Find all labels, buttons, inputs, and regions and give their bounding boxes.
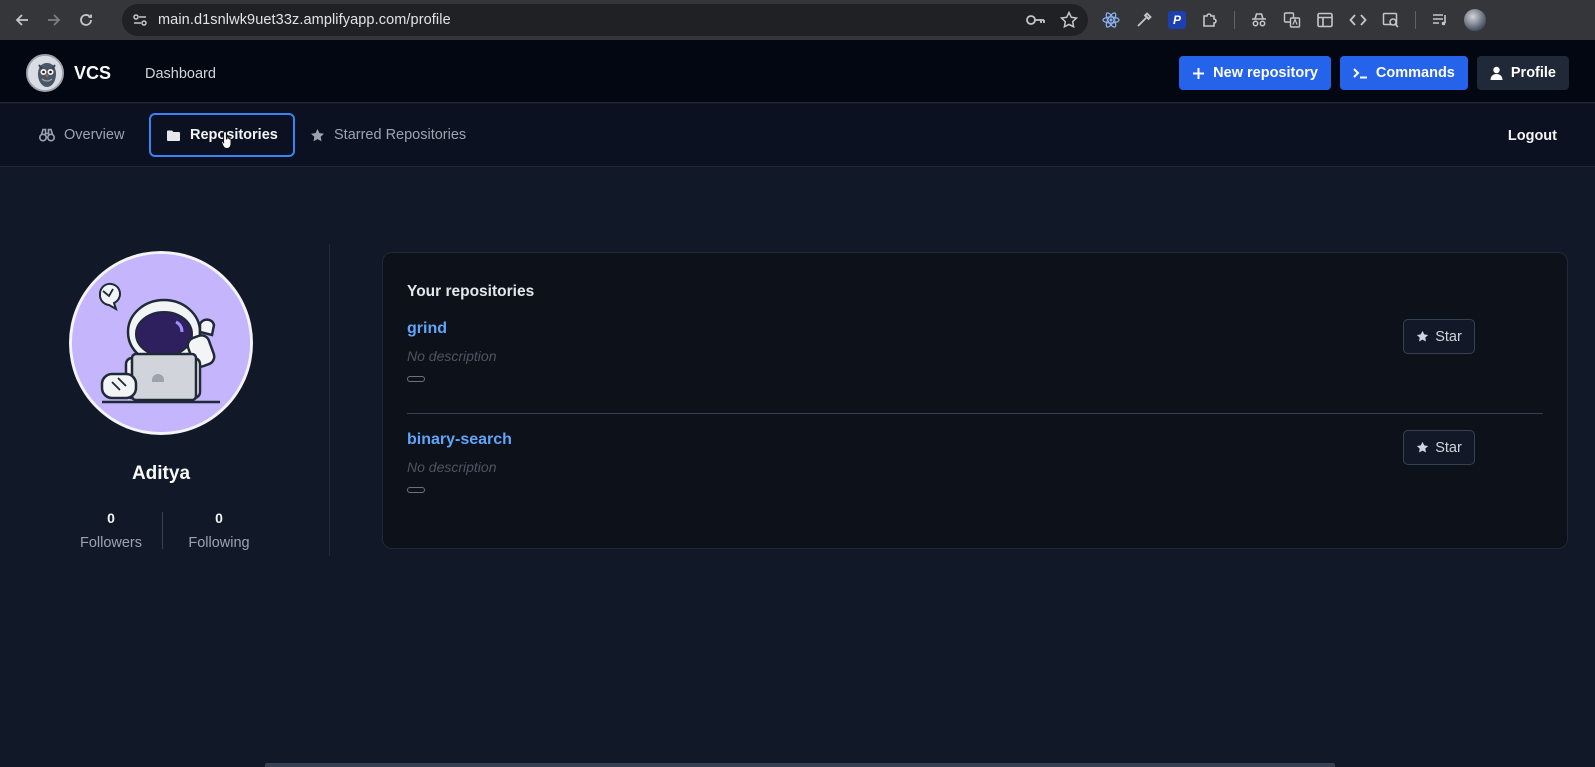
following-label: Following (188, 535, 250, 551)
star-icon (310, 128, 325, 143)
browser-toolbar: main.d1snlwk9uet33z.amplifyapp.com/profi… (0, 0, 1595, 40)
bookmark-star-icon[interactable] (1060, 11, 1078, 29)
toolbar-separator (1234, 11, 1235, 29)
repo-link[interactable]: grind (407, 320, 1543, 338)
followers-stat[interactable]: 0 Followers (60, 510, 162, 551)
repositories-title: Your repositories (407, 283, 535, 300)
user-icon (1490, 66, 1503, 80)
plus-icon (1192, 67, 1205, 80)
brand[interactable]: VCS (26, 54, 111, 92)
avatar (69, 251, 253, 435)
inspect-search-icon[interactable] (1382, 11, 1400, 29)
new-repository-button[interactable]: New repository (1179, 56, 1331, 90)
following-stat[interactable]: 0 Following (163, 510, 275, 551)
following-count: 0 (215, 510, 223, 526)
password-key-icon[interactable] (1026, 13, 1046, 27)
tab-layout-icon[interactable] (1316, 11, 1334, 29)
tab-label: Starred Repositories (334, 127, 467, 143)
followers-count: 0 (107, 510, 115, 526)
media-queue-icon[interactable] (1431, 11, 1449, 29)
star-label: Star (1435, 328, 1462, 345)
repositories-card: Your repositories grind No description S… (382, 252, 1568, 549)
star-button[interactable]: Star (1403, 430, 1475, 465)
toolbar-separator (1415, 11, 1416, 29)
repo-language-tag (407, 376, 425, 382)
brand-name: VCS (74, 62, 112, 83)
new-repository-label: New repository (1213, 65, 1318, 81)
star-icon (1416, 330, 1429, 343)
repo-description: No description (407, 459, 497, 475)
code-icon[interactable] (1349, 11, 1367, 29)
tab-starred-repositories[interactable]: Starred Repositories (295, 113, 481, 157)
reload-icon[interactable] (72, 6, 100, 34)
terminal-icon (1353, 67, 1368, 79)
repo-language-tag (407, 487, 425, 493)
back-icon[interactable] (8, 6, 36, 34)
address-bar[interactable]: main.d1snlwk9uet33z.amplifyapp.com/profi… (122, 4, 1088, 36)
app-header: VCS Dashboard New repository Commands Pr… (0, 40, 1595, 103)
profile-button[interactable]: Profile (1476, 56, 1569, 90)
hand-cursor-icon (221, 130, 235, 150)
binoculars-icon (39, 128, 55, 142)
incognito-icon[interactable] (1250, 11, 1268, 29)
list-item: grind No description Star (407, 319, 1543, 382)
tab-label: Overview (64, 127, 125, 143)
forward-icon[interactable] (40, 6, 68, 34)
react-devtools-icon[interactable] (1102, 11, 1120, 29)
color-picker-icon[interactable] (1135, 11, 1153, 29)
translate-icon[interactable] (1283, 11, 1301, 29)
paypal-extension-icon[interactable]: P (1168, 11, 1186, 29)
follow-stats: 0 Followers 0 Following (60, 510, 275, 551)
astronaut-avatar-icon (72, 254, 250, 432)
bottom-scrollbar[interactable] (265, 763, 1335, 767)
star-icon (1416, 441, 1429, 454)
logout-link[interactable]: Logout (1508, 128, 1557, 144)
owl-logo-icon (26, 54, 64, 92)
extensions-puzzle-icon[interactable] (1201, 11, 1219, 29)
list-item: binary-search No description Star (407, 430, 1543, 493)
repo-description: No description (407, 348, 497, 364)
repo-link[interactable]: binary-search (407, 431, 1543, 449)
chrome-profile-avatar[interactable] (1464, 9, 1486, 31)
repo-divider (407, 413, 1543, 414)
dashboard-link[interactable]: Dashboard (145, 66, 216, 82)
star-button[interactable]: Star (1403, 319, 1475, 354)
column-divider (329, 244, 330, 556)
followers-label: Followers (79, 535, 143, 551)
profile-label: Profile (1510, 65, 1556, 81)
folder-icon (166, 129, 181, 142)
url-text[interactable]: main.d1snlwk9uet33z.amplifyapp.com/profi… (158, 12, 451, 28)
star-label: Star (1435, 439, 1462, 456)
username: Aditya (131, 463, 191, 484)
commands-label: Commands (1375, 65, 1455, 81)
extensions-row: P (1102, 0, 1486, 40)
commands-button[interactable]: Commands (1339, 56, 1468, 90)
tab-overview[interactable]: Overview (24, 113, 139, 157)
profile-tabs: Overview Repositories Starred Repositori… (0, 104, 1595, 167)
site-info-icon[interactable] (132, 12, 148, 28)
